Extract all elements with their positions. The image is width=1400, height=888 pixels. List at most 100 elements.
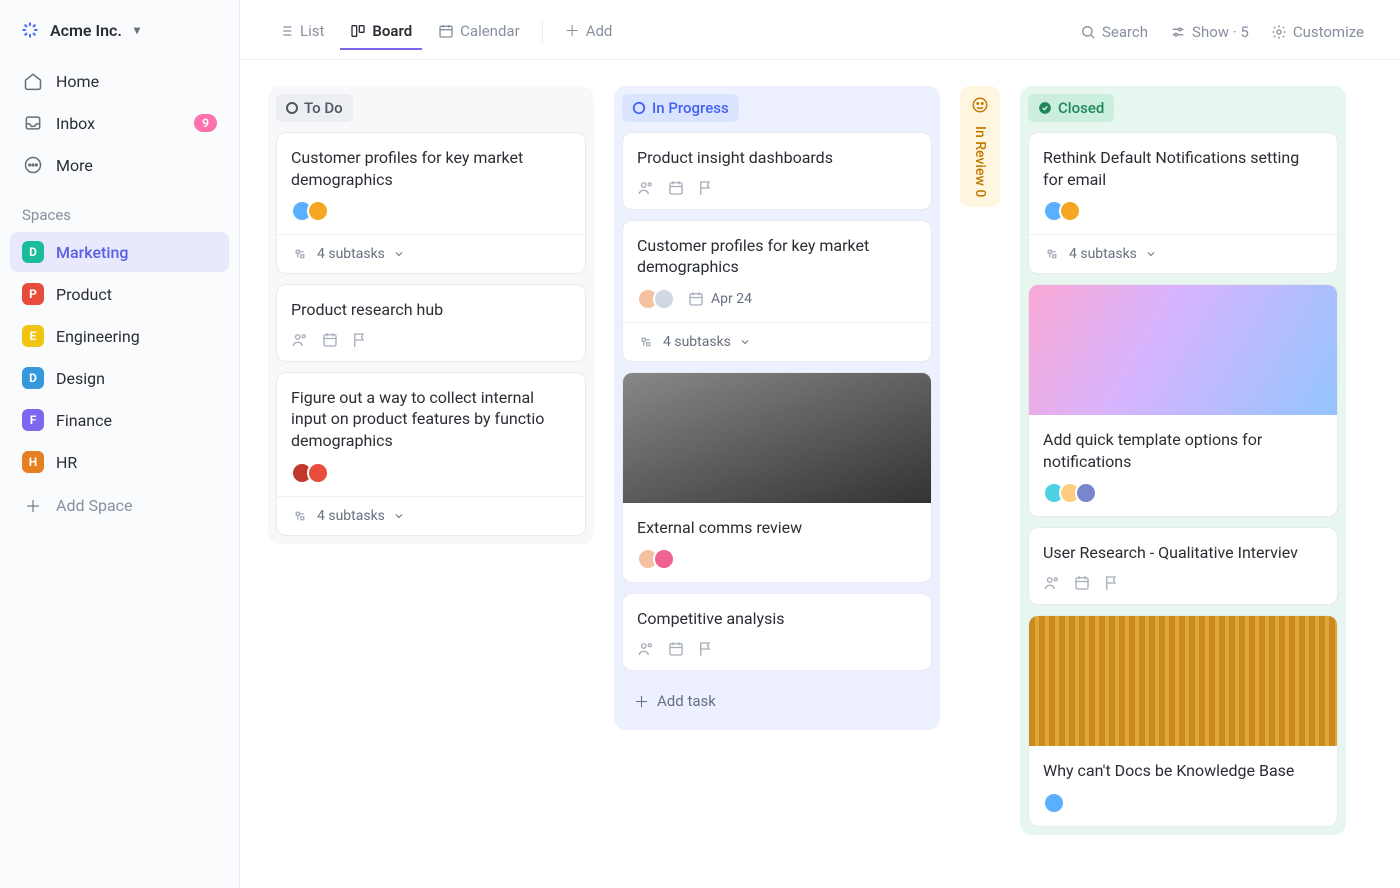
main-area: List Board Calendar ＋ Add Search bbox=[240, 0, 1400, 888]
card-meta bbox=[1043, 792, 1323, 814]
assignee-icon[interactable] bbox=[637, 640, 655, 658]
column-todo-label: To Do bbox=[304, 99, 343, 117]
column-header-todo[interactable]: To Do bbox=[276, 94, 353, 122]
sidebar-space-product[interactable]: PProduct bbox=[10, 274, 229, 314]
home-icon bbox=[22, 70, 44, 92]
show-button[interactable]: Show · 5 bbox=[1162, 17, 1257, 47]
task-card[interactable]: External comms review bbox=[622, 372, 932, 584]
assignee-avatars[interactable] bbox=[1043, 482, 1097, 504]
sidebar-space-design[interactable]: DDesign bbox=[10, 358, 229, 398]
flag-icon[interactable] bbox=[697, 640, 715, 658]
assignee-avatars[interactable] bbox=[291, 462, 329, 484]
progress-icon bbox=[632, 101, 646, 115]
task-card[interactable]: Product research hub bbox=[276, 284, 586, 362]
add-space-button[interactable]: ＋ Add Space bbox=[0, 484, 239, 526]
search-button[interactable]: Search bbox=[1072, 17, 1156, 47]
view-tab-calendar-label: Calendar bbox=[460, 22, 520, 40]
assignee-avatars[interactable] bbox=[291, 200, 329, 222]
date-icon[interactable] bbox=[321, 331, 339, 349]
subtask-toggle[interactable]: 4 subtasks bbox=[277, 234, 585, 273]
view-tab-list[interactable]: List bbox=[268, 14, 334, 50]
column-closed-label: Closed bbox=[1058, 99, 1104, 117]
topbar: List Board Calendar ＋ Add Search bbox=[240, 0, 1400, 60]
flag-icon[interactable] bbox=[1103, 574, 1121, 592]
column-in-review-collapsed[interactable]: In Review 0 bbox=[960, 86, 1000, 207]
space-label: Engineering bbox=[56, 327, 140, 346]
avatar bbox=[1043, 792, 1065, 814]
inbox-icon bbox=[22, 112, 44, 134]
task-card[interactable]: Figure out a way to collect internal inp… bbox=[276, 372, 586, 536]
nav-home[interactable]: Home bbox=[10, 60, 229, 102]
task-title: External comms review bbox=[637, 517, 917, 539]
task-card[interactable]: Competitive analysis bbox=[622, 593, 932, 671]
column-header-in-progress[interactable]: In Progress bbox=[622, 94, 739, 122]
chevron-down-icon: ▾ bbox=[134, 23, 140, 37]
subtask-count: 4 subtasks bbox=[317, 246, 385, 262]
gear-icon bbox=[1271, 24, 1287, 40]
review-icon bbox=[971, 96, 989, 118]
add-view-button[interactable]: ＋ Add bbox=[555, 12, 623, 51]
workspace-switcher[interactable]: Acme Inc. ▾ bbox=[0, 8, 239, 52]
sidebar-space-engineering[interactable]: E Engineering bbox=[10, 316, 229, 356]
customize-label: Customize bbox=[1293, 23, 1364, 41]
view-tab-board[interactable]: Board bbox=[340, 14, 422, 50]
task-title: Product insight dashboards bbox=[637, 147, 917, 169]
nav-more-label: More bbox=[56, 156, 93, 175]
chevron-down-icon bbox=[1145, 248, 1157, 260]
nav-more[interactable]: More bbox=[10, 144, 229, 186]
assignee-icon[interactable] bbox=[637, 179, 655, 197]
task-card[interactable]: Customer profiles for key market demogra… bbox=[276, 132, 586, 274]
space-chip-icon: E bbox=[22, 325, 44, 347]
plus-icon: ＋ bbox=[634, 691, 649, 712]
card-meta bbox=[291, 200, 571, 222]
assignee-avatars[interactable] bbox=[1043, 792, 1065, 814]
card-meta bbox=[291, 462, 571, 484]
task-card[interactable]: User Research - Qualitative Interviev bbox=[1028, 527, 1338, 605]
customize-button[interactable]: Customize bbox=[1263, 17, 1372, 47]
subtask-icon bbox=[291, 507, 309, 525]
date-icon[interactable] bbox=[667, 640, 685, 658]
nav-inbox[interactable]: Inbox 9 bbox=[10, 102, 229, 144]
space-label: Design bbox=[56, 369, 105, 388]
assignee-avatars[interactable] bbox=[637, 288, 675, 310]
due-date[interactable]: Apr 24 bbox=[687, 290, 752, 308]
task-card[interactable]: Product insight dashboards bbox=[622, 132, 932, 210]
calendar-icon bbox=[438, 23, 454, 39]
task-card[interactable]: Customer profiles for key market demogra… bbox=[622, 220, 932, 362]
add-task-label: Add task bbox=[657, 692, 716, 710]
assignee-avatars[interactable] bbox=[1043, 200, 1081, 222]
avatar bbox=[307, 200, 329, 222]
assignee-icon[interactable] bbox=[291, 331, 309, 349]
subtask-icon bbox=[1043, 245, 1061, 263]
card-cover-image bbox=[623, 373, 931, 503]
board-icon bbox=[350, 23, 366, 39]
task-card[interactable]: Add quick template options for notificat… bbox=[1028, 284, 1338, 517]
avatar bbox=[1059, 200, 1081, 222]
plus-icon: ＋ bbox=[565, 20, 580, 41]
space-label: Finance bbox=[56, 411, 112, 430]
assignee-icon[interactable] bbox=[1043, 574, 1061, 592]
card-meta bbox=[637, 640, 917, 658]
task-title: Competitive analysis bbox=[637, 608, 917, 630]
subtask-toggle[interactable]: 4 subtasks bbox=[1029, 234, 1337, 273]
list-icon bbox=[278, 23, 294, 39]
subtask-count: 4 subtasks bbox=[317, 508, 385, 524]
task-card[interactable]: Rethink Default Notifications setting fo… bbox=[1028, 132, 1338, 274]
task-card[interactable]: Why can't Docs be Knowledge Base bbox=[1028, 615, 1338, 827]
date-icon[interactable] bbox=[667, 179, 685, 197]
flag-icon[interactable] bbox=[351, 331, 369, 349]
sidebar-space-hr[interactable]: HHR bbox=[10, 442, 229, 482]
flag-icon[interactable] bbox=[697, 179, 715, 197]
column-header-closed[interactable]: Closed bbox=[1028, 94, 1114, 122]
date-icon[interactable] bbox=[1073, 574, 1091, 592]
sidebar-space-finance[interactable]: FFinance bbox=[10, 400, 229, 440]
view-tab-calendar[interactable]: Calendar bbox=[428, 14, 530, 50]
assignee-avatars[interactable] bbox=[637, 548, 675, 570]
card-meta bbox=[637, 179, 917, 197]
subtask-toggle[interactable]: 4 subtasks bbox=[623, 322, 931, 361]
subtask-toggle[interactable]: 4 subtasks bbox=[277, 496, 585, 535]
subtask-count: 4 subtasks bbox=[663, 334, 731, 350]
add-task-button[interactable]: ＋ Add task bbox=[622, 681, 932, 722]
task-title: Customer profiles for key market demogra… bbox=[291, 147, 571, 190]
sidebar-space-marketing[interactable]: DMarketing bbox=[10, 232, 229, 272]
